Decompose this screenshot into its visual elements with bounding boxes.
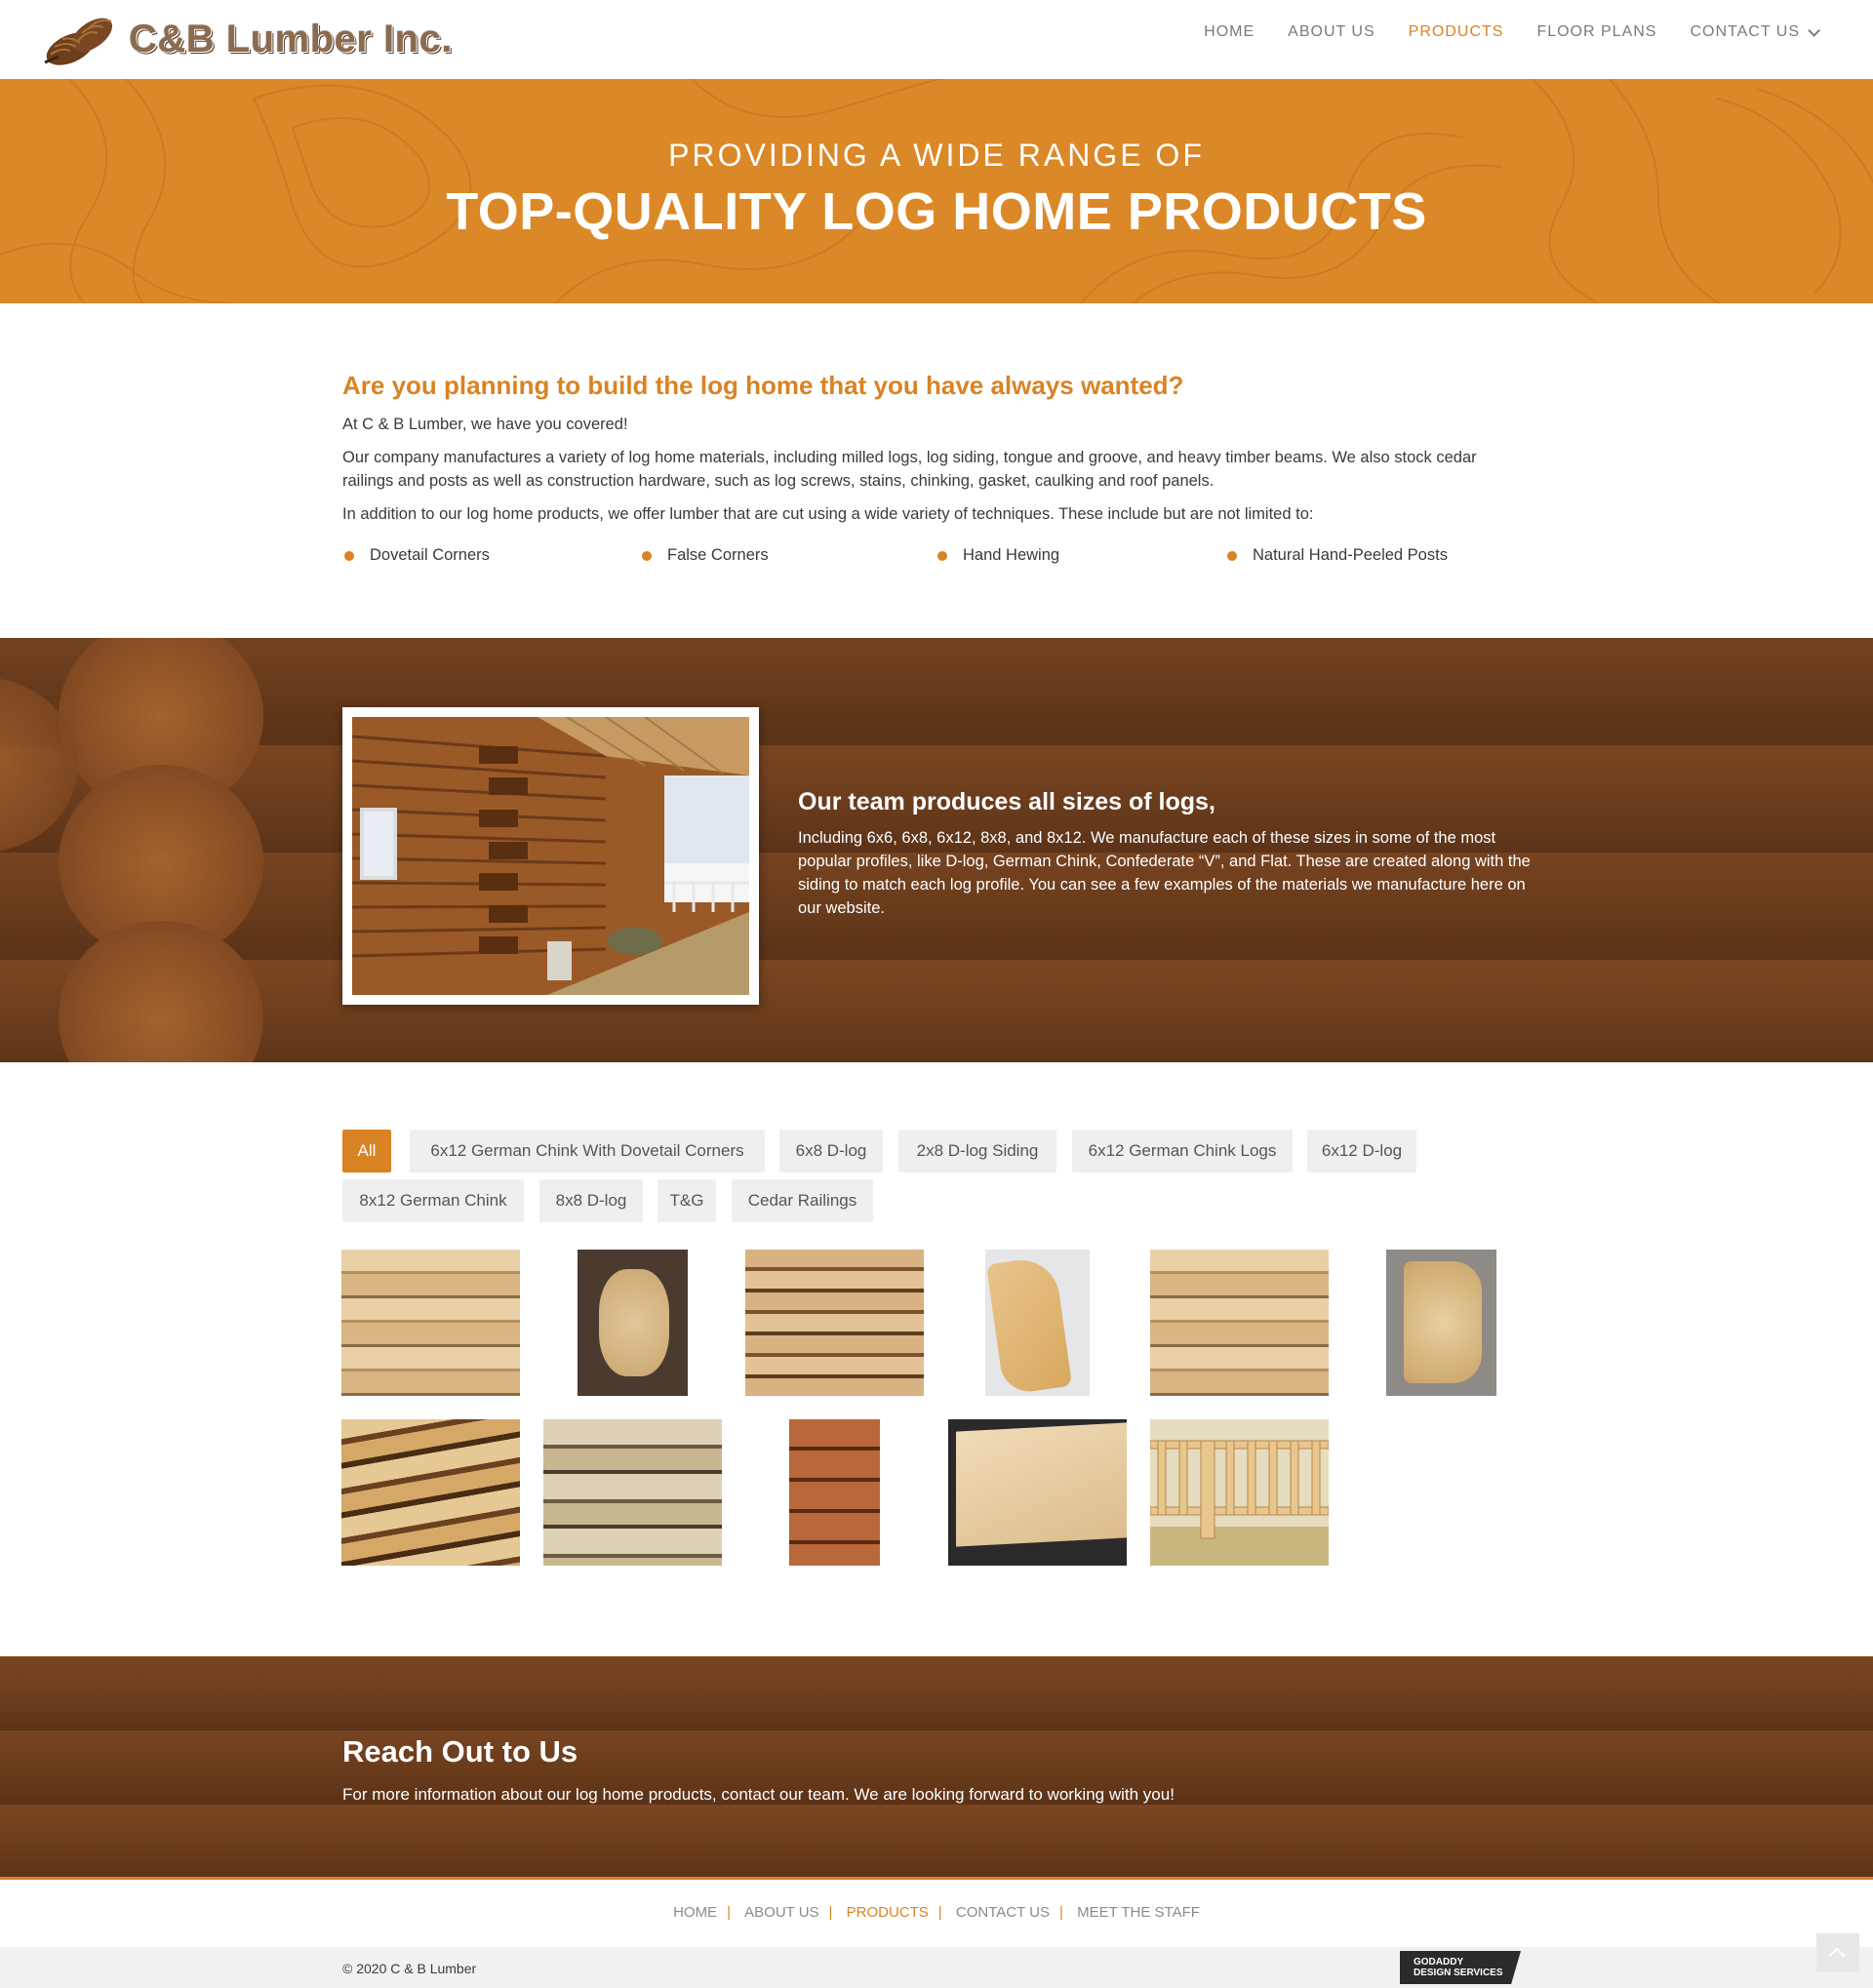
gallery-image[interactable]: [1386, 1250, 1496, 1396]
nav-about-us[interactable]: ABOUT US: [1288, 23, 1375, 41]
technique-list: Dovetail Corners False Corners Hand Hewi…: [342, 546, 1523, 572]
copyright: © 2020 C & B Lumber: [342, 1961, 477, 1976]
divider: [0, 1877, 1873, 1880]
intro-paragraph-2: Our company manufactures a variety of lo…: [342, 449, 1477, 490]
gallery-image[interactable]: [789, 1419, 880, 1566]
hero-title: TOP-QUALITY LOG HOME PRODUCTS: [446, 182, 1427, 241]
list-item-label: False Corners: [667, 546, 769, 564]
list-item-label: Natural Hand-Peeled Posts: [1253, 546, 1448, 564]
pinecone-icon: [41, 8, 127, 70]
filter-all[interactable]: All: [342, 1130, 391, 1173]
gallery-image[interactable]: [341, 1250, 520, 1396]
wood-plank: [0, 1656, 1873, 1730]
copyright-bar: [0, 1947, 1873, 1988]
scroll-to-top-button[interactable]: [1816, 1933, 1859, 1972]
team-heading: Our team produces all sizes of logs,: [798, 788, 1215, 815]
footer-link-products[interactable]: PRODUCTS: [847, 1904, 929, 1921]
bullet-dot-icon: [344, 550, 354, 561]
intro-section: Are you planning to build the log home t…: [342, 371, 1523, 536]
bullet-dot-icon: [642, 550, 652, 561]
reach-out-content: Reach Out to Us For more information abo…: [342, 1734, 1175, 1805]
logo[interactable]: C&B Lumber Inc.: [41, 8, 453, 70]
wood-plank: [0, 638, 1873, 745]
list-item: Dovetail Corners: [344, 546, 490, 565]
filter-8x12-german-chink[interactable]: 8x12 German Chink: [342, 1179, 524, 1222]
siding-board: [985, 1254, 1073, 1396]
gallery-image[interactable]: [745, 1250, 924, 1396]
filter-cedar-railings[interactable]: Cedar Railings: [732, 1179, 873, 1222]
gallery-image[interactable]: [341, 1419, 520, 1566]
list-item: False Corners: [642, 546, 769, 565]
brand-name: C&B Lumber Inc.: [129, 17, 453, 60]
hero-subtitle: PROVIDING A WIDE RANGE OF: [668, 138, 1205, 173]
reach-body: For more information about our log home …: [342, 1785, 1175, 1804]
chevron-down-icon: [1808, 23, 1820, 37]
gallery-image[interactable]: [1150, 1419, 1329, 1566]
list-item-label: Hand Hewing: [963, 546, 1060, 564]
filter-6x12-d-log[interactable]: 6x12 D-log: [1307, 1130, 1416, 1173]
nav-contact-label: CONTACT US: [1690, 23, 1800, 40]
separator: |: [937, 1904, 942, 1921]
filter-t-and-g[interactable]: T&G: [658, 1179, 716, 1222]
tongue-groove-board: [956, 1422, 1127, 1547]
badge-line-2: DESIGN SERVICES: [1414, 1968, 1503, 1978]
main-nav: HOME ABOUT US PRODUCTS FLOOR PLANS CONTA…: [1171, 23, 1820, 41]
filter-6x8-d-log[interactable]: 6x8 D-log: [779, 1130, 883, 1173]
gallery-image[interactable]: [543, 1419, 722, 1566]
cabin-photo-frame: [342, 707, 759, 1005]
filter-6x12-german-chink-dovetail[interactable]: 6x12 German Chink With Dovetail Corners: [410, 1130, 765, 1173]
separator: |: [727, 1904, 731, 1921]
godaddy-badge[interactable]: GODADDY DESIGN SERVICES: [1400, 1951, 1521, 1984]
list-item: Natural Hand-Peeled Posts: [1227, 546, 1448, 565]
separator: |: [828, 1904, 833, 1921]
nav-floor-plans[interactable]: FLOOR PLANS: [1536, 23, 1656, 41]
list-item: Hand Hewing: [937, 546, 1059, 565]
list-item-label: Dovetail Corners: [370, 546, 490, 564]
nav-home[interactable]: HOME: [1204, 23, 1255, 41]
reach-heading: Reach Out to Us: [342, 1734, 578, 1769]
bullet-dot-icon: [1227, 550, 1237, 561]
filter-2x8-d-log-siding[interactable]: 2x8 D-log Siding: [898, 1130, 1056, 1173]
nav-contact-us[interactable]: CONTACT US: [1690, 23, 1820, 41]
filter-6x12-german-chink-logs[interactable]: 6x12 German Chink Logs: [1072, 1130, 1293, 1173]
badge-line-1: GODADDY: [1414, 1957, 1464, 1968]
log-block: [1404, 1261, 1482, 1383]
gallery-image[interactable]: [948, 1419, 1127, 1566]
wood-plank: [0, 1805, 1873, 1879]
wood-plank: [0, 960, 1873, 1062]
intro-paragraph-1: At C & B Lumber, we have you covered!: [342, 416, 628, 433]
filter-8x8-d-log[interactable]: 8x8 D-log: [539, 1179, 643, 1222]
nav-products[interactable]: PRODUCTS: [1409, 23, 1504, 41]
intro-heading: Are you planning to build the log home t…: [342, 371, 1184, 400]
separator: |: [1059, 1904, 1063, 1921]
footer-link-meet-the-staff[interactable]: MEET THE STAFF: [1077, 1904, 1200, 1921]
footer-link-home[interactable]: HOME: [673, 1904, 717, 1921]
gallery-image[interactable]: [985, 1250, 1090, 1396]
site-header: C&B Lumber Inc. HOME ABOUT US PRODUCTS F…: [0, 0, 1873, 79]
cedar-railing-illustration: [1150, 1419, 1329, 1566]
log-cross-section: [599, 1269, 669, 1376]
team-body: Including 6x6, 6x8, 6x12, 8x8, and 8x12.…: [798, 829, 1531, 917]
footer-nav: HOME | ABOUT US | PRODUCTS | CONTACT US | ME…: [0, 1904, 1873, 1921]
footer-link-about-us[interactable]: ABOUT US: [744, 1904, 818, 1921]
intro-paragraph-3: In addition to our log home products, we…: [342, 505, 1314, 523]
cabin-photo: [352, 717, 749, 995]
gallery-image[interactable]: [578, 1250, 688, 1396]
gallery-image[interactable]: [1150, 1250, 1329, 1396]
footer-link-contact-us[interactable]: CONTACT US: [956, 1904, 1050, 1921]
bullet-dot-icon: [937, 550, 947, 561]
team-text: Our team produces all sizes of logs, Inc…: [798, 788, 1539, 920]
hero-banner: PROVIDING A WIDE RANGE OF TOP-QUALITY LO…: [0, 79, 1873, 303]
